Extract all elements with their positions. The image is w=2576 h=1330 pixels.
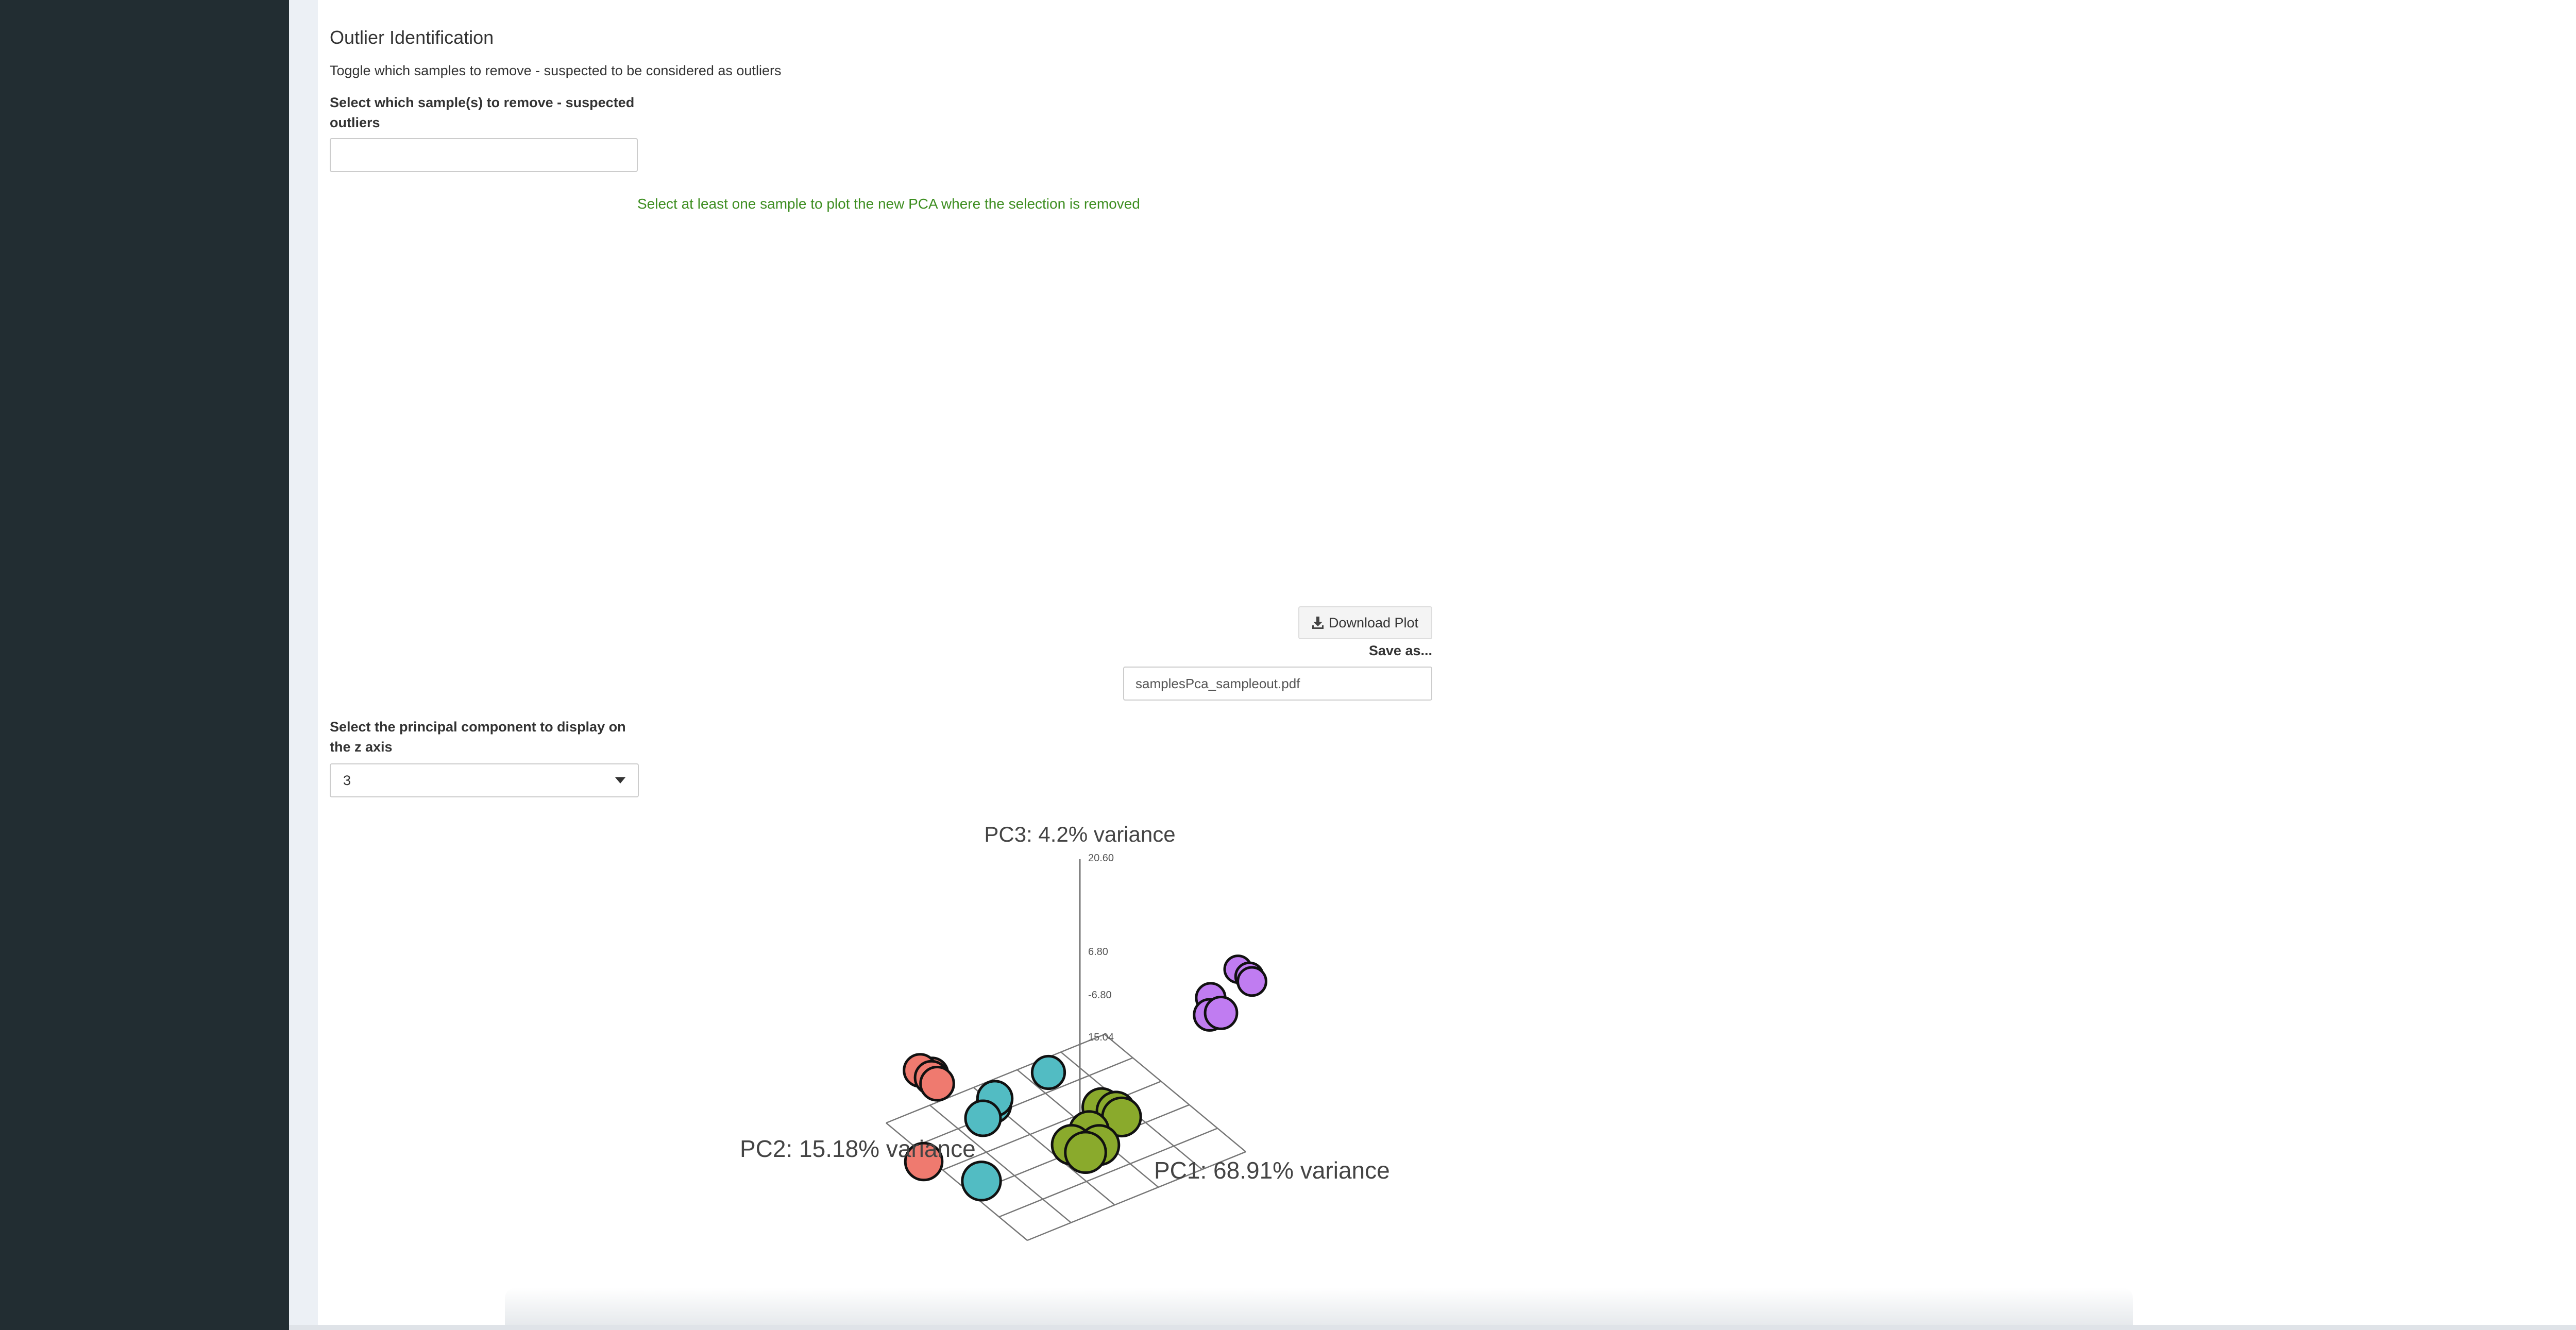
- pc1-axis-title: PC1: 68.91% variance: [1154, 1157, 1390, 1184]
- bottom-strip: [289, 1325, 2576, 1330]
- data-point: [1204, 996, 1239, 1030]
- pca-3d-plot: 20.60 6.80 -6.80 15.04 PC3: 4.2% variance P…: [740, 822, 1390, 1241]
- data-point: [964, 1099, 1002, 1137]
- data-point: [1064, 1131, 1107, 1174]
- data-point: [961, 1161, 1002, 1202]
- z-tick-label: 6.80: [1088, 946, 1108, 958]
- bottom-shadow: [505, 1288, 2133, 1330]
- data-point: [1236, 966, 1267, 997]
- pc2-axis-title: PC2: 15.18% variance: [740, 1135, 976, 1162]
- data-point: [919, 1066, 955, 1102]
- pc3-axis-title: PC3: 4.2% variance: [984, 822, 1175, 846]
- z-tick-label: 20.60: [1088, 852, 1114, 864]
- data-point: [1030, 1054, 1066, 1090]
- z-tick-label: 15.04: [1088, 1032, 1114, 1043]
- z-tick-label: -6.80: [1088, 990, 1112, 1001]
